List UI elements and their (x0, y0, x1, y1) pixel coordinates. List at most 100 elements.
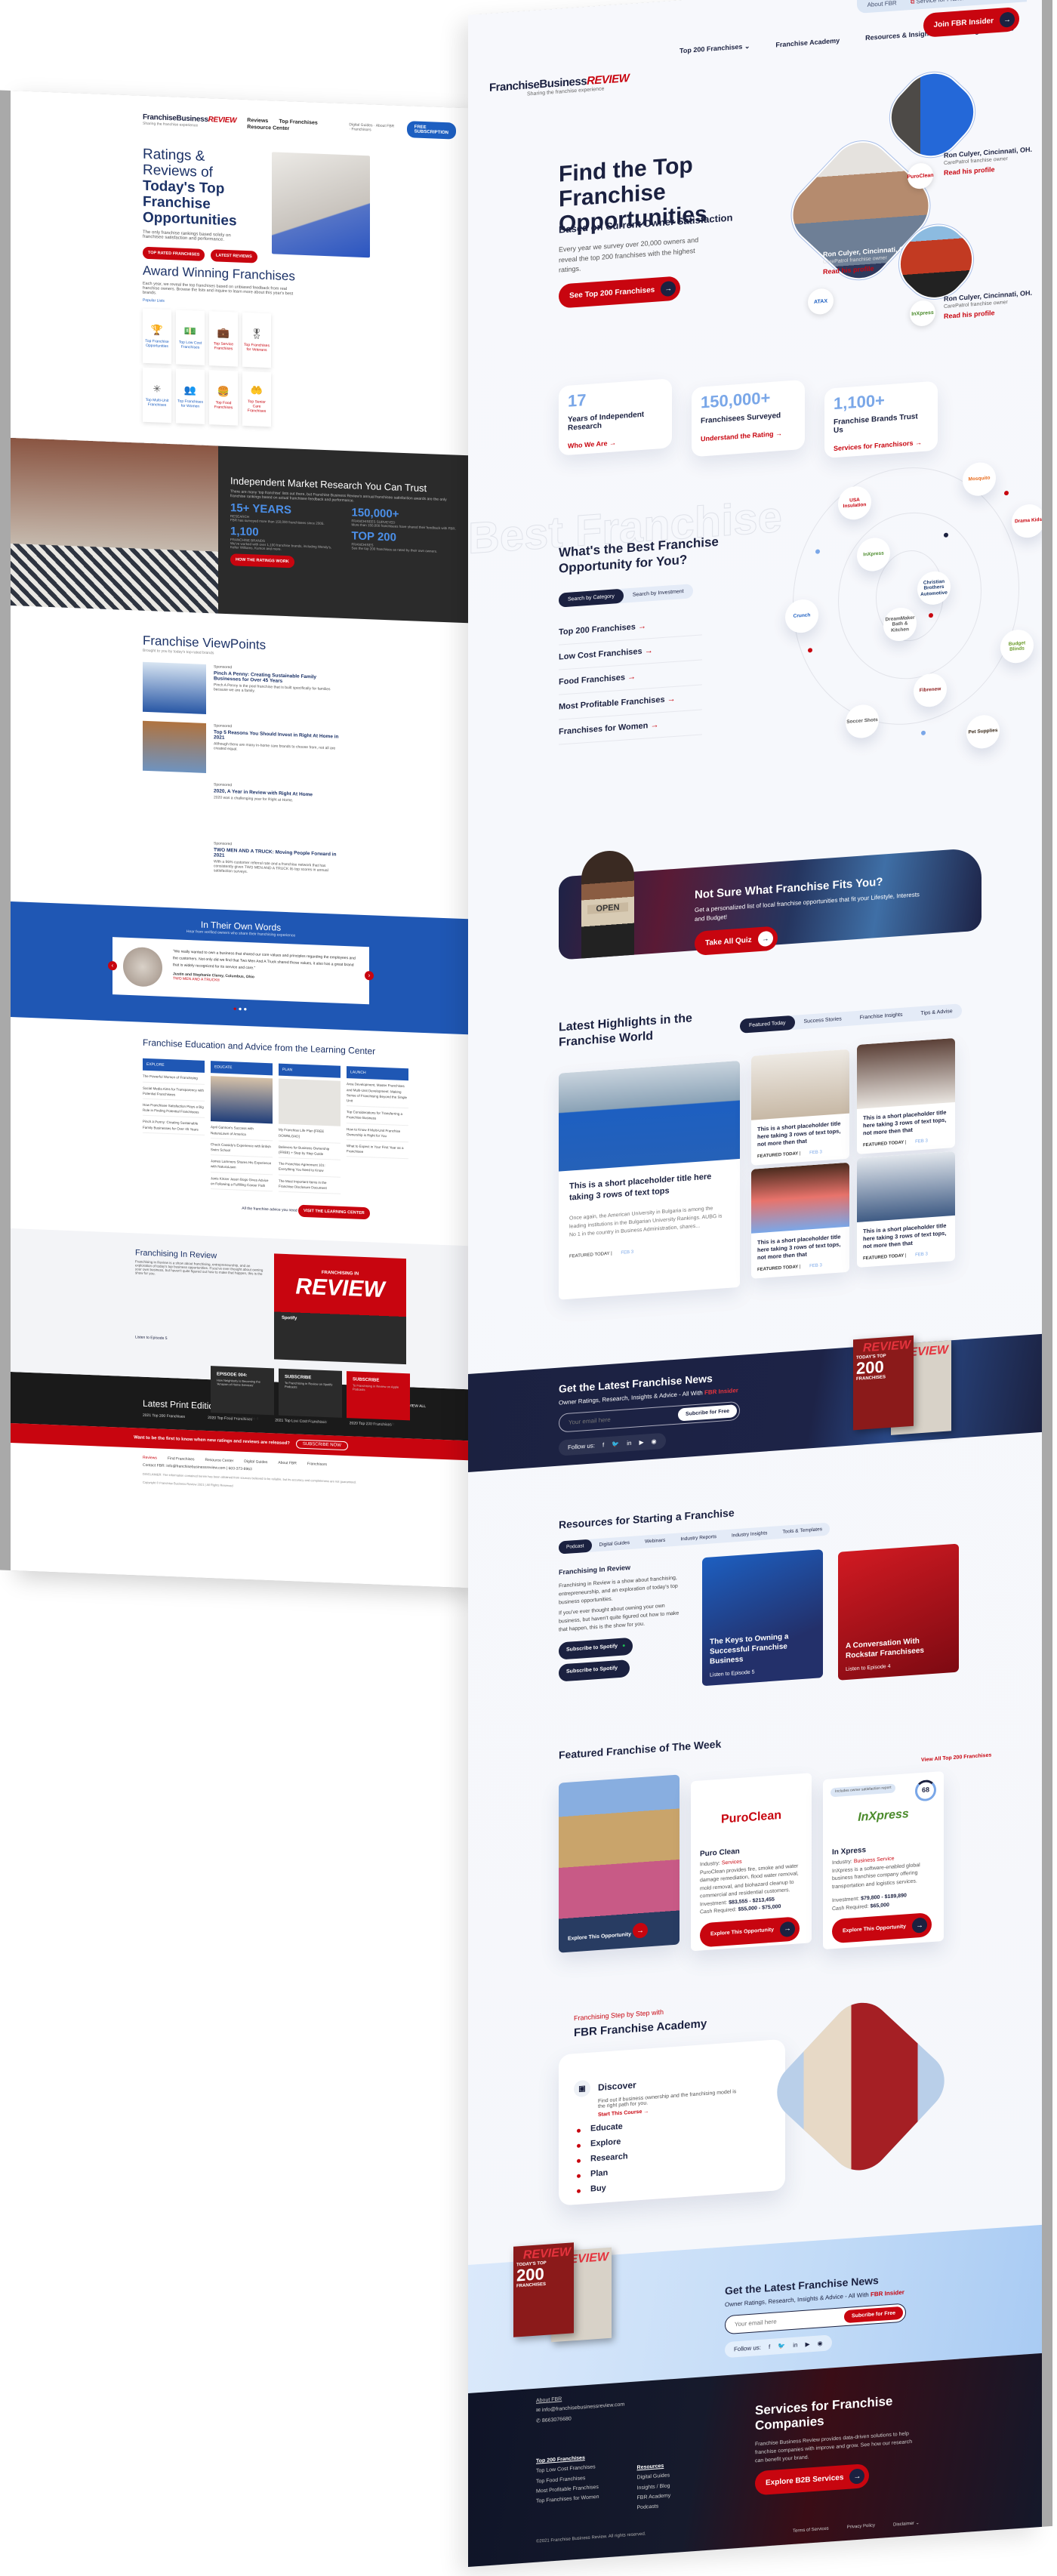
learning-column-header[interactable]: LAUNCH (347, 1066, 408, 1081)
take-quiz-button[interactable]: Take All Quiz → (695, 926, 778, 957)
award-tile[interactable]: 🍔 Top Food Franchises (209, 370, 238, 427)
old-podcast-cover[interactable]: FRANCHISING IN REVIEW Spotify (274, 1253, 406, 1365)
youtube-icon[interactable]: ▶ (639, 1439, 643, 1446)
old-visit-learning-center-button[interactable]: VISIT THE LEARNING CENTER (298, 1204, 370, 1220)
article-card[interactable]: This is a short placeholder title here t… (857, 1151, 955, 1268)
see-top-200-button[interactable]: See Top 200 Franchises → (559, 276, 681, 309)
footer-col2-title[interactable]: Resources (637, 2464, 664, 2471)
viewpoint-item[interactable]: Sponsored Pinch A Penny: Creating Sustain… (143, 662, 471, 725)
footer-link[interactable]: Digital Guides (244, 1459, 267, 1465)
brand-logo-bubble[interactable]: Budget Blinds (1000, 628, 1034, 664)
resources-tab[interactable]: Podcast (559, 1539, 592, 1555)
footer-col1-title[interactable]: Top 200 Franchises (536, 2455, 585, 2464)
award-tile[interactable]: 🤲 Top Senior Care Franchises (242, 371, 271, 427)
old-listen-ep5-link[interactable]: Listen to Episode 5 (135, 1335, 263, 1345)
episode-card-4[interactable]: A Conversation With Rockstar Franchisees… (838, 1543, 959, 1681)
old-carousel-dots[interactable]: ●●● (11, 997, 471, 1021)
viewpoint-item[interactable]: Sponsored Top 5 Reasons You Should Invest… (143, 721, 471, 784)
highlights-tab[interactable]: Tips & Advise (912, 1003, 962, 1021)
highlights-tab[interactable]: Featured Today (740, 1015, 795, 1034)
footer-link[interactable]: Find Franchises (168, 1456, 195, 1462)
resources-tab[interactable]: Tools & Templates (775, 1523, 830, 1539)
old-util-franchisors[interactable]: Franchisors (351, 127, 371, 132)
award-tile[interactable]: 🎖 Top Franchises for Veterans (242, 313, 271, 368)
footer-link[interactable]: Podcasts (637, 2501, 671, 2513)
util-service-link[interactable]: ⧉ Service for Franchisors (911, 0, 978, 6)
old-how-ratings-work-button[interactable]: HOW THE RATINGS WORK (230, 553, 294, 569)
old-latest-reviews-button[interactable]: LATEST REVIEWS (210, 249, 257, 264)
learning-link[interactable]: Chuck Cassidy's Experience with British … (211, 1142, 273, 1158)
footer-legal-link[interactable]: Privacy Policy (847, 2523, 875, 2531)
old-next-arrow-icon[interactable]: › (365, 971, 374, 981)
old-nav-reviews[interactable]: Reviews (247, 118, 268, 124)
listen-episode-5-link[interactable]: Listen to Episode 5 (710, 1665, 815, 1678)
linkedin-icon[interactable]: in (793, 2341, 797, 2348)
view-all-top-200-link[interactable]: View All Top 200 Franchises (921, 1753, 991, 1764)
old-nav-resource-center[interactable]: Resource Center (247, 125, 289, 131)
footer-link[interactable]: About FBR (278, 1461, 296, 1466)
featured-article-card[interactable]: This is a short placeholder title here t… (559, 1060, 740, 1300)
highlights-tab[interactable]: Franchise Insights (851, 1007, 912, 1026)
article-card[interactable]: This is a short placeholder title here t… (857, 1037, 955, 1154)
old-prev-arrow-icon[interactable]: ‹ (108, 961, 117, 971)
award-tile[interactable]: 💵 Top Low Cost Franchises (176, 310, 205, 366)
search-by-investment-tab[interactable]: Search by Investment (624, 584, 693, 602)
stat-link[interactable]: Who We Are → (568, 439, 616, 449)
subscribe-card[interactable]: EPISODE 004: How Neighborly is Becoming t… (211, 1366, 274, 1416)
footer-link[interactable]: Franchisors (307, 1462, 327, 1467)
subscribe-card[interactable]: SUBSCRIBE To Franchising in Review on App… (347, 1371, 410, 1421)
facebook-icon[interactable]: f (769, 2343, 770, 2350)
article-card[interactable]: This is a short placeholder title here t… (751, 1162, 849, 1279)
resources-tab[interactable]: Industry Insights (724, 1527, 775, 1543)
learning-link[interactable]: How Franchisee Satisfaction Plays a Big … (143, 1102, 205, 1119)
learning-column-header[interactable]: EXPLORE (143, 1058, 205, 1074)
old-util-about[interactable]: About FBR (376, 124, 394, 129)
learning-link[interactable]: James Lammers Shares His Experience with… (211, 1158, 273, 1175)
brand-logo-bubble[interactable]: Mosquito (963, 461, 996, 498)
learning-link[interactable]: Janis Kinzer Jason Bogs Gives Advice on … (211, 1175, 273, 1192)
brand-logo-bubble[interactable]: Drama Kids (1012, 503, 1042, 539)
email-input[interactable] (569, 1413, 659, 1426)
facebook-icon[interactable]: f (602, 1441, 604, 1448)
subscribe-free-button-2[interactable]: Subcribe for Free (844, 2306, 903, 2324)
linkedin-icon[interactable]: in (627, 1440, 631, 1447)
award-tile[interactable]: 💼 Top Service Franchises (209, 311, 238, 368)
learning-link[interactable]: My Franchise Life Plan [FREE DOWNLOAD] (279, 1127, 341, 1144)
old-subscribe-now-button[interactable]: SUBSCRIBE NOW (295, 1439, 348, 1451)
award-tile[interactable]: ✳ Top Multi-Unit Franchises (143, 368, 171, 424)
stat-link[interactable]: Understand the Rating → (701, 430, 782, 443)
subscribe-card[interactable]: SUBSCRIBE To Franchising in Review on Spo… (279, 1368, 342, 1418)
learning-link[interactable]: Pinch A Penny: Creating Sustainable Fami… (143, 1119, 205, 1135)
resources-tab[interactable]: Digital Guides (592, 1536, 637, 1551)
article-card[interactable]: This is a short placeholder title here t… (751, 1049, 849, 1166)
join-fbr-insider-button[interactable]: Join FBR Insider → (923, 6, 1019, 38)
subscribe-free-button[interactable]: Subcribe for Free (678, 1404, 737, 1422)
footer-legal-link[interactable]: Disclaimer ⌄ (893, 2520, 920, 2527)
email-input-2[interactable] (735, 2314, 825, 2328)
spotify-icon[interactable]: ◉ (652, 1438, 657, 1445)
learning-link[interactable]: Area Development, Master Franchises and … (347, 1081, 408, 1109)
footer-link[interactable]: Resource Center (205, 1458, 233, 1463)
subscribe-apple-button[interactable]: Subscribe to Spotify (559, 1659, 630, 1682)
learning-link[interactable]: The Most Important Items in the Franchis… (279, 1178, 341, 1194)
util-about-link[interactable]: About FBR (867, 0, 897, 9)
read-profile-link[interactable]: Read his profile (944, 165, 995, 177)
twitter-icon[interactable]: 🐦 (612, 1441, 619, 1448)
learning-link[interactable]: Top Considerations for Transferring a Fr… (347, 1109, 408, 1126)
learning-link[interactable]: The Powerful Women of Franchising (143, 1074, 205, 1085)
old-free-subscription-button[interactable]: FREE SUBSCRIPTION (406, 121, 456, 140)
episode-card-5[interactable]: The Keys to Owning a Successful Franchis… (702, 1549, 823, 1687)
footer-legal-link[interactable]: Terms of Services (793, 2527, 829, 2534)
resources-tab[interactable]: Industry Reports (673, 1530, 724, 1546)
footer-link[interactable]: Reviews (143, 1456, 157, 1461)
old-logo[interactable]: FranchiseBusinessREVIEW Sharing the fran… (143, 112, 236, 129)
learning-link[interactable]: Believers for Business Ownership (FREE) … (279, 1144, 341, 1160)
stat-link[interactable]: Services for Franchisors → (834, 439, 922, 452)
award-tile[interactable]: 👥 Top Franchises for Women (176, 368, 205, 425)
kona-ice-card[interactable]: Explore This Opportunity → (559, 1774, 680, 1953)
learning-link[interactable]: April Gannon's Success with NaturaLawn o… (211, 1124, 273, 1142)
spotify-icon[interactable]: ◉ (818, 2340, 823, 2346)
subscribe-spotify-button[interactable]: Subscribe to Spotify ● (559, 1637, 633, 1660)
learning-link[interactable]: The Franchise Agreement 101: Everything … (279, 1160, 341, 1178)
listen-episode-4-link[interactable]: Listen to Episode 4 (846, 1659, 951, 1672)
